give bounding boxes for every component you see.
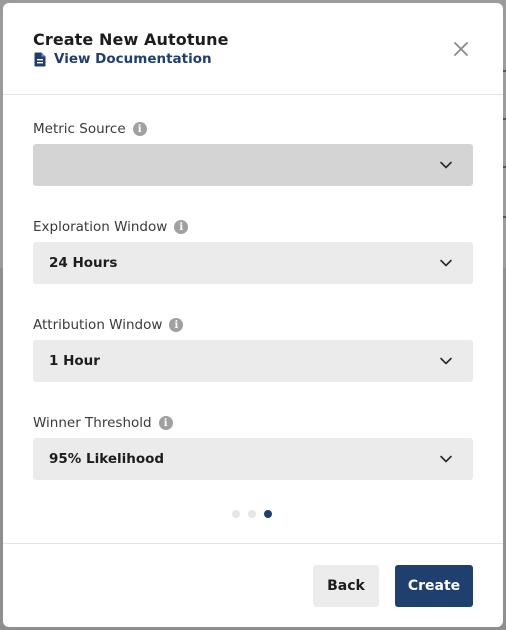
attribution-window-select[interactable]: 1 Hour	[33, 340, 473, 382]
step-indicator	[232, 510, 272, 518]
field-label: Winner Threshold	[33, 415, 152, 431]
modal-header: Create New Autotune View Documentation	[3, 3, 503, 95]
info-icon[interactable]: i	[169, 318, 184, 332]
select-value: 1 Hour	[49, 353, 100, 369]
select-value: 24 Hours	[49, 255, 118, 271]
chevron-down-icon	[440, 357, 452, 365]
modal-footer: Back Create	[3, 543, 503, 627]
back-button[interactable]: Back	[313, 565, 379, 607]
document-icon	[34, 52, 46, 67]
metric-source-label-row: Metric Source i	[33, 121, 147, 137]
winner-threshold-label-row: Winner Threshold i	[33, 415, 173, 431]
metric-source-select[interactable]	[33, 144, 473, 186]
create-button[interactable]: Create	[395, 565, 473, 607]
info-icon[interactable]: i	[132, 122, 147, 136]
create-autotune-modal: Create New Autotune View Documentation M…	[3, 3, 503, 627]
view-documentation-label: View Documentation	[54, 51, 212, 67]
info-icon[interactable]: i	[174, 220, 189, 234]
chevron-down-icon	[440, 455, 452, 463]
select-value: 95% Likelihood	[49, 451, 165, 467]
exploration-window-select[interactable]: 24 Hours	[33, 242, 473, 284]
close-icon	[454, 42, 468, 56]
field-label: Attribution Window	[33, 317, 163, 333]
step-dot-active	[264, 510, 272, 518]
field-label: Metric Source	[33, 121, 126, 137]
exploration-window-label-row: Exploration Window i	[33, 219, 189, 235]
info-icon[interactable]: i	[158, 416, 173, 430]
view-documentation-link[interactable]: View Documentation	[34, 51, 212, 67]
attribution-window-label-row: Attribution Window i	[33, 317, 184, 333]
chevron-down-icon	[440, 259, 452, 267]
step-dot	[248, 510, 256, 518]
chevron-down-icon	[440, 161, 452, 169]
step-dot	[232, 510, 240, 518]
winner-threshold-select[interactable]: 95% Likelihood	[33, 438, 473, 480]
modal-title: Create New Autotune	[33, 30, 229, 49]
close-button[interactable]	[451, 39, 471, 59]
field-label: Exploration Window	[33, 219, 168, 235]
